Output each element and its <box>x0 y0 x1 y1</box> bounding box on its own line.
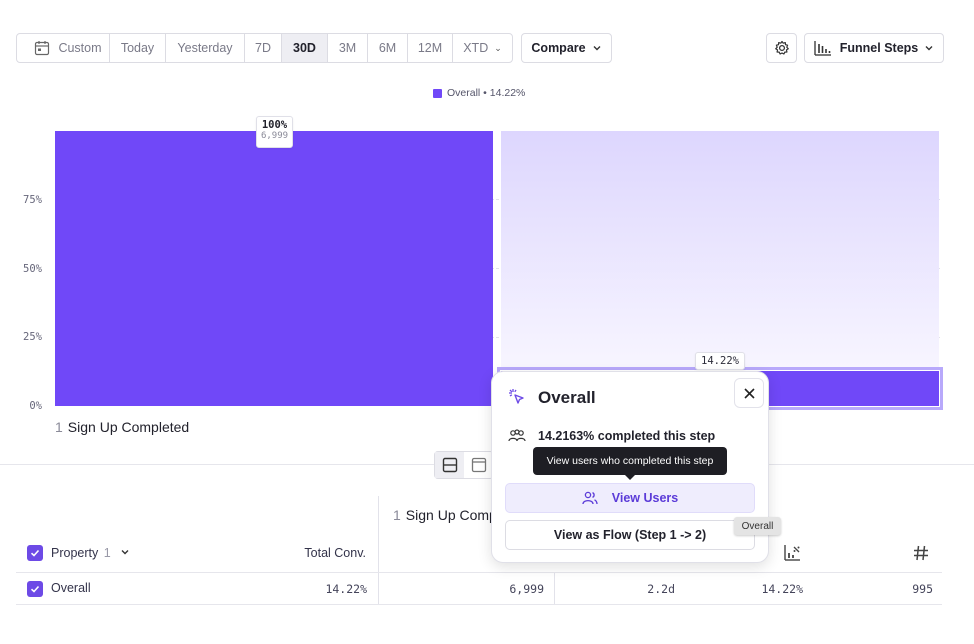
tooltip-arrow <box>624 474 636 480</box>
users-group-icon <box>508 429 526 442</box>
funnel-bar-step-1[interactable] <box>55 131 493 406</box>
conversion-rate-icon[interactable] <box>783 544 801 562</box>
property-header[interactable]: Property 1 <box>51 546 130 560</box>
row-name: Overall <box>51 581 91 595</box>
single-view-icon <box>471 457 486 473</box>
view-users-label: View Users <box>611 491 679 505</box>
date-option-label: 12M <box>417 41 443 55</box>
users-icon <box>582 491 598 505</box>
settings-button[interactable] <box>766 33 797 63</box>
date-option-xtd[interactable]: XTD ⌄ <box>453 34 512 62</box>
date-option-label: 7D <box>255 41 271 55</box>
date-option-label: 3M <box>338 41 357 55</box>
chart-legend[interactable]: Overall • 14.22% <box>433 87 525 99</box>
table-step-number: 1 <box>393 507 401 523</box>
chevron-down-icon <box>121 550 129 555</box>
check-icon <box>30 585 40 593</box>
series-tooltip: Overall <box>734 517 781 535</box>
date-option-30d[interactable]: 30D <box>282 34 328 62</box>
popover-title: Overall <box>538 388 596 407</box>
calendar-icon <box>35 41 50 56</box>
row-total-conv: 14.22% <box>325 582 367 596</box>
date-option-label: 6M <box>378 41 397 55</box>
table-step-header: 1 Sign Up Comp <box>393 507 497 523</box>
compare-button[interactable]: Compare <box>521 33 612 63</box>
legend-label: Overall • 14.22% <box>447 87 526 99</box>
chevron-down-icon: ⌄ <box>494 42 502 53</box>
date-option-label: Yesterday <box>177 41 233 55</box>
check-icon <box>30 549 40 557</box>
date-option-3m[interactable]: 3M <box>328 34 368 62</box>
date-option-label: 30D <box>293 41 316 55</box>
close-icon <box>743 387 755 399</box>
table-step-name: Sign Up Comp <box>405 507 497 523</box>
data-label-step-1: 100% 6,999 <box>256 116 293 148</box>
data-label-percent: 100% <box>261 119 288 131</box>
layout-single-button[interactable] <box>464 452 493 478</box>
table-header-border <box>16 572 942 573</box>
legend-swatch <box>433 88 442 98</box>
row-count: 995 <box>912 582 933 596</box>
y-tick-50: 50% <box>23 263 42 275</box>
select-all-checkbox[interactable] <box>27 545 43 561</box>
data-label-step-2: 14.22% <box>695 352 745 370</box>
step-label-1: 1 Sign Up Completed <box>55 419 189 435</box>
y-tick-0: 0% <box>29 400 42 412</box>
step-number: 1 <box>55 419 63 435</box>
date-option-label: XTD <box>463 41 489 55</box>
layout-split-button[interactable] <box>435 452 464 478</box>
date-option-7d[interactable]: 7D <box>245 34 282 62</box>
date-option-12m[interactable]: 12M <box>408 34 453 62</box>
date-option-custom[interactable]: Custom <box>17 34 110 62</box>
split-view-icon <box>442 457 457 473</box>
view-users-tooltip: View users who completed this step <box>533 447 727 480</box>
date-option-6m[interactable]: 6M <box>368 34 408 62</box>
tooltip-text: View users who completed this step <box>546 455 714 467</box>
date-option-today[interactable]: Today <box>110 34 166 62</box>
row-time: 2.2d <box>647 582 675 596</box>
row-step-count: 6,999 <box>509 582 544 596</box>
funnel-dropoff-step-2[interactable] <box>501 131 939 367</box>
step-name: Sign Up Completed <box>67 419 190 435</box>
popover-close-button[interactable] <box>734 378 764 408</box>
date-range-selector: Custom Today Yesterday 7D 30D 3M 6M 12M … <box>16 33 513 63</box>
chart-type-label: Funnel Steps <box>839 41 919 55</box>
date-option-label: Custom <box>58 41 102 55</box>
date-option-label: Today <box>120 41 155 55</box>
view-as-flow-label: View as Flow (Step 1 -> 2) <box>553 528 707 542</box>
data-label-count: 6,999 <box>260 131 289 141</box>
popover-stat: 14.2163% completed this step <box>538 429 716 443</box>
view-users-button[interactable]: View Users <box>505 483 755 513</box>
y-tick-25: 25% <box>23 331 42 343</box>
y-tick-75: 75% <box>23 194 42 206</box>
chevron-down-icon <box>925 46 933 51</box>
total-conv-header[interactable]: Total Conv. <box>266 546 366 560</box>
chevron-down-icon <box>593 46 601 51</box>
cursor-click-icon <box>509 389 524 404</box>
row-checkbox[interactable] <box>27 581 43 597</box>
table-column-divider <box>554 573 555 604</box>
date-option-yesterday[interactable]: Yesterday <box>166 34 245 62</box>
chart-type-button[interactable]: Funnel Steps <box>804 33 944 63</box>
layout-toggle <box>434 451 494 479</box>
gear-icon <box>774 40 789 55</box>
row-conv: 14.22% <box>761 582 803 596</box>
count-hash-icon[interactable] <box>913 545 929 561</box>
property-header-label: Property <box>51 546 99 560</box>
view-as-flow-button[interactable]: View as Flow (Step 1 -> 2) <box>505 520 755 550</box>
property-count: 1 <box>103 546 111 560</box>
compare-label: Compare <box>531 41 586 55</box>
table-row-border <box>16 604 942 605</box>
bar-chart-icon <box>814 41 831 56</box>
table-column-divider <box>378 496 379 604</box>
